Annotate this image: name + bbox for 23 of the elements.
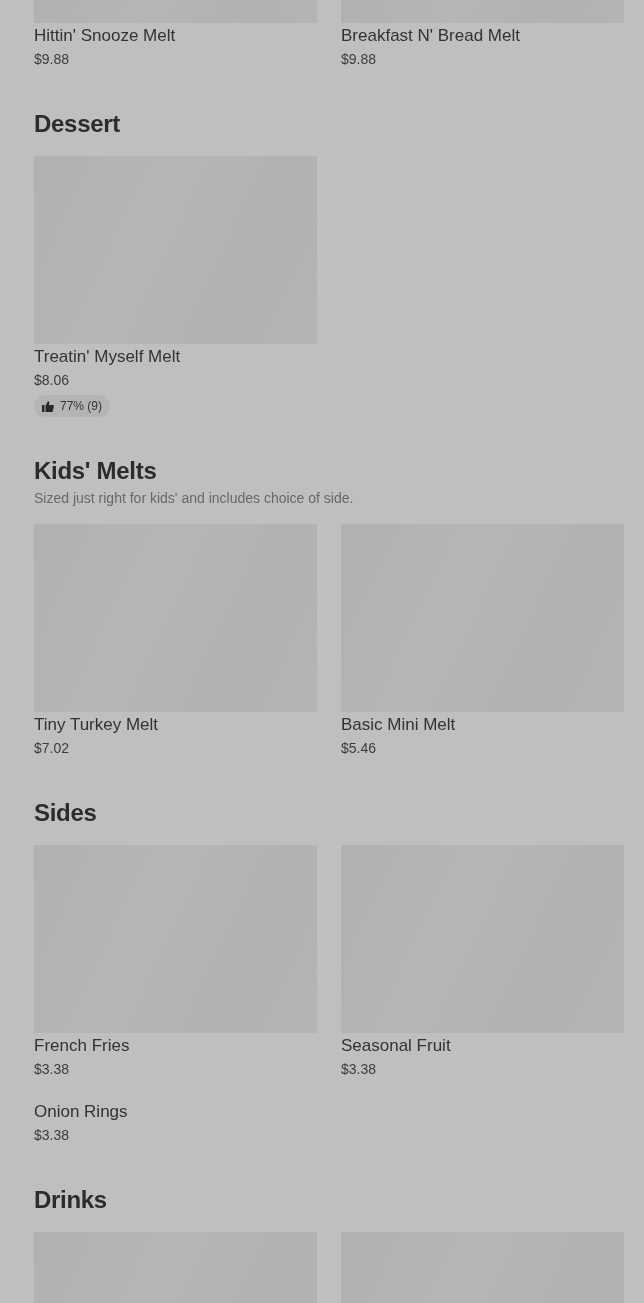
item-price: $9.88 xyxy=(34,50,71,69)
item-price: $3.38 xyxy=(341,1060,378,1079)
section-heading: Dessert xyxy=(34,109,121,139)
item-name[interactable]: Tiny Turkey Melt xyxy=(34,713,317,737)
item-name[interactable]: Breakfast N' Bread Melt xyxy=(341,24,624,48)
item-price: $9.88 xyxy=(341,50,378,69)
thumbs-up-icon xyxy=(42,400,54,412)
section-heading: Kids' Melts xyxy=(34,456,158,486)
item-price: $3.38 xyxy=(34,1126,71,1145)
item-name[interactable]: French Fries xyxy=(34,1034,317,1058)
item-price: $8.06 xyxy=(34,371,71,390)
item-name[interactable]: Basic Mini Melt xyxy=(341,713,624,737)
item-price: $3.38 xyxy=(34,1060,71,1079)
section-description: Sized just right for kids' and includes choice of side. xyxy=(34,489,355,508)
item-name[interactable]: Seasonal Fruit xyxy=(341,1034,624,1058)
rating-text: 77% (9) xyxy=(60,399,103,413)
item-name[interactable]: Treatin' Myself Melt xyxy=(34,345,317,369)
item-name[interactable]: Hittin' Snooze Melt xyxy=(34,24,317,48)
item-name[interactable]: Onion Rings xyxy=(34,1100,317,1124)
section-heading: Drinks xyxy=(34,1185,108,1215)
section-heading: Sides xyxy=(34,798,98,828)
item-price: $5.46 xyxy=(341,739,378,758)
item-price: $7.02 xyxy=(34,739,71,758)
